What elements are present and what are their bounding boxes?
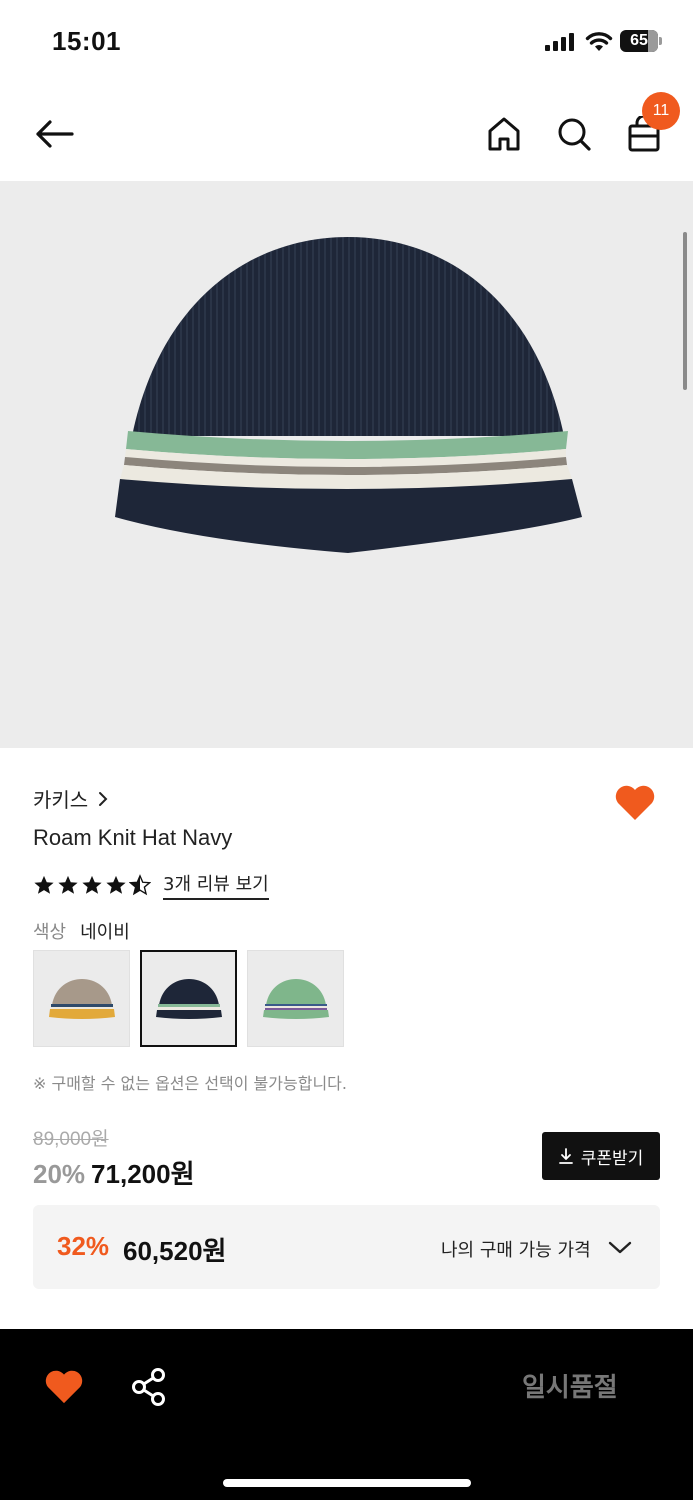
- knit-hat-image: [115, 237, 582, 553]
- download-icon: [558, 1148, 573, 1164]
- original-price: 89,000원: [33, 1129, 109, 1150]
- green-hat-thumbnail: [262, 978, 329, 1019]
- battery-level: 65: [630, 32, 648, 49]
- color-value: 네이비: [80, 922, 130, 943]
- beige-hat-thumbnail: [48, 978, 115, 1019]
- chevron-down-icon: [608, 1241, 632, 1254]
- sale-price: 71,200원: [91, 1159, 195, 1189]
- star-icon: [82, 875, 102, 894]
- soldout-button[interactable]: 일시품절: [522, 1367, 618, 1404]
- rating-row: 3개 리뷰 보기: [33, 870, 269, 900]
- navy-hat-thumbnail: [155, 978, 222, 1019]
- cellular-signal-icon: [545, 33, 574, 51]
- star-rating: [33, 874, 151, 896]
- brand-name: 카키스: [33, 788, 89, 812]
- bottom-action-bar: 일시품절: [0, 1329, 693, 1500]
- half-star-icon: [129, 874, 151, 896]
- my-price-dropdown[interactable]: 32% 60,520원 나의 구매 가능 가격: [33, 1205, 660, 1289]
- home-button[interactable]: [482, 112, 526, 156]
- top-navigation: [0, 88, 693, 180]
- product-name: Roam Knit Hat Navy: [33, 825, 233, 850]
- star-icon: [58, 875, 78, 894]
- search-icon: [558, 118, 591, 151]
- swatch-navy[interactable]: [140, 950, 237, 1047]
- back-button[interactable]: [32, 112, 76, 156]
- product-image[interactable]: [0, 181, 693, 748]
- heart-icon: [615, 785, 655, 820]
- coupon-button[interactable]: 쿠폰받기: [542, 1132, 660, 1180]
- discount-rate: 20%: [33, 1159, 86, 1189]
- coupon-label: 쿠폰받기: [580, 1148, 644, 1169]
- status-bar: 15:01 65: [0, 0, 693, 84]
- my-price-label: 나의 구매 가능 가격: [441, 1240, 591, 1261]
- color-label: 색상: [33, 922, 67, 943]
- wishlist-button[interactable]: [614, 784, 656, 822]
- color-swatches: [33, 950, 344, 1047]
- status-time: 15:01: [52, 26, 121, 56]
- my-price: 60,520원: [123, 1236, 227, 1266]
- chevron-right-icon: [99, 791, 108, 806]
- my-discount-rate: 32%: [57, 1231, 110, 1261]
- cart-count-badge: 11: [642, 92, 680, 130]
- brand-link[interactable]: 카키스: [33, 784, 110, 813]
- wifi-icon: [585, 32, 613, 51]
- image-scroll-indicator: [683, 232, 687, 390]
- home-icon: [488, 117, 520, 151]
- swatch-beige[interactable]: [33, 950, 130, 1047]
- swatch-green[interactable]: [247, 950, 344, 1047]
- search-button[interactable]: [552, 112, 596, 156]
- bottom-wishlist-button[interactable]: [44, 1369, 84, 1405]
- color-row: 색상 네이비: [33, 918, 130, 944]
- star-icon: [106, 875, 126, 894]
- share-icon: [132, 1368, 165, 1406]
- home-indicator: [223, 1479, 471, 1487]
- star-icon: [34, 875, 54, 894]
- option-notice: ※ 구매할 수 없는 옵션은 선택이 불가능합니다.: [33, 1074, 347, 1093]
- back-arrow-icon: [36, 120, 74, 148]
- share-button[interactable]: [130, 1367, 168, 1407]
- review-link[interactable]: 3개 리뷰 보기: [163, 870, 269, 900]
- heart-icon: [45, 1370, 83, 1404]
- battery-indicator: 65: [620, 30, 662, 52]
- price-row: 20% 71,200원: [33, 1154, 195, 1191]
